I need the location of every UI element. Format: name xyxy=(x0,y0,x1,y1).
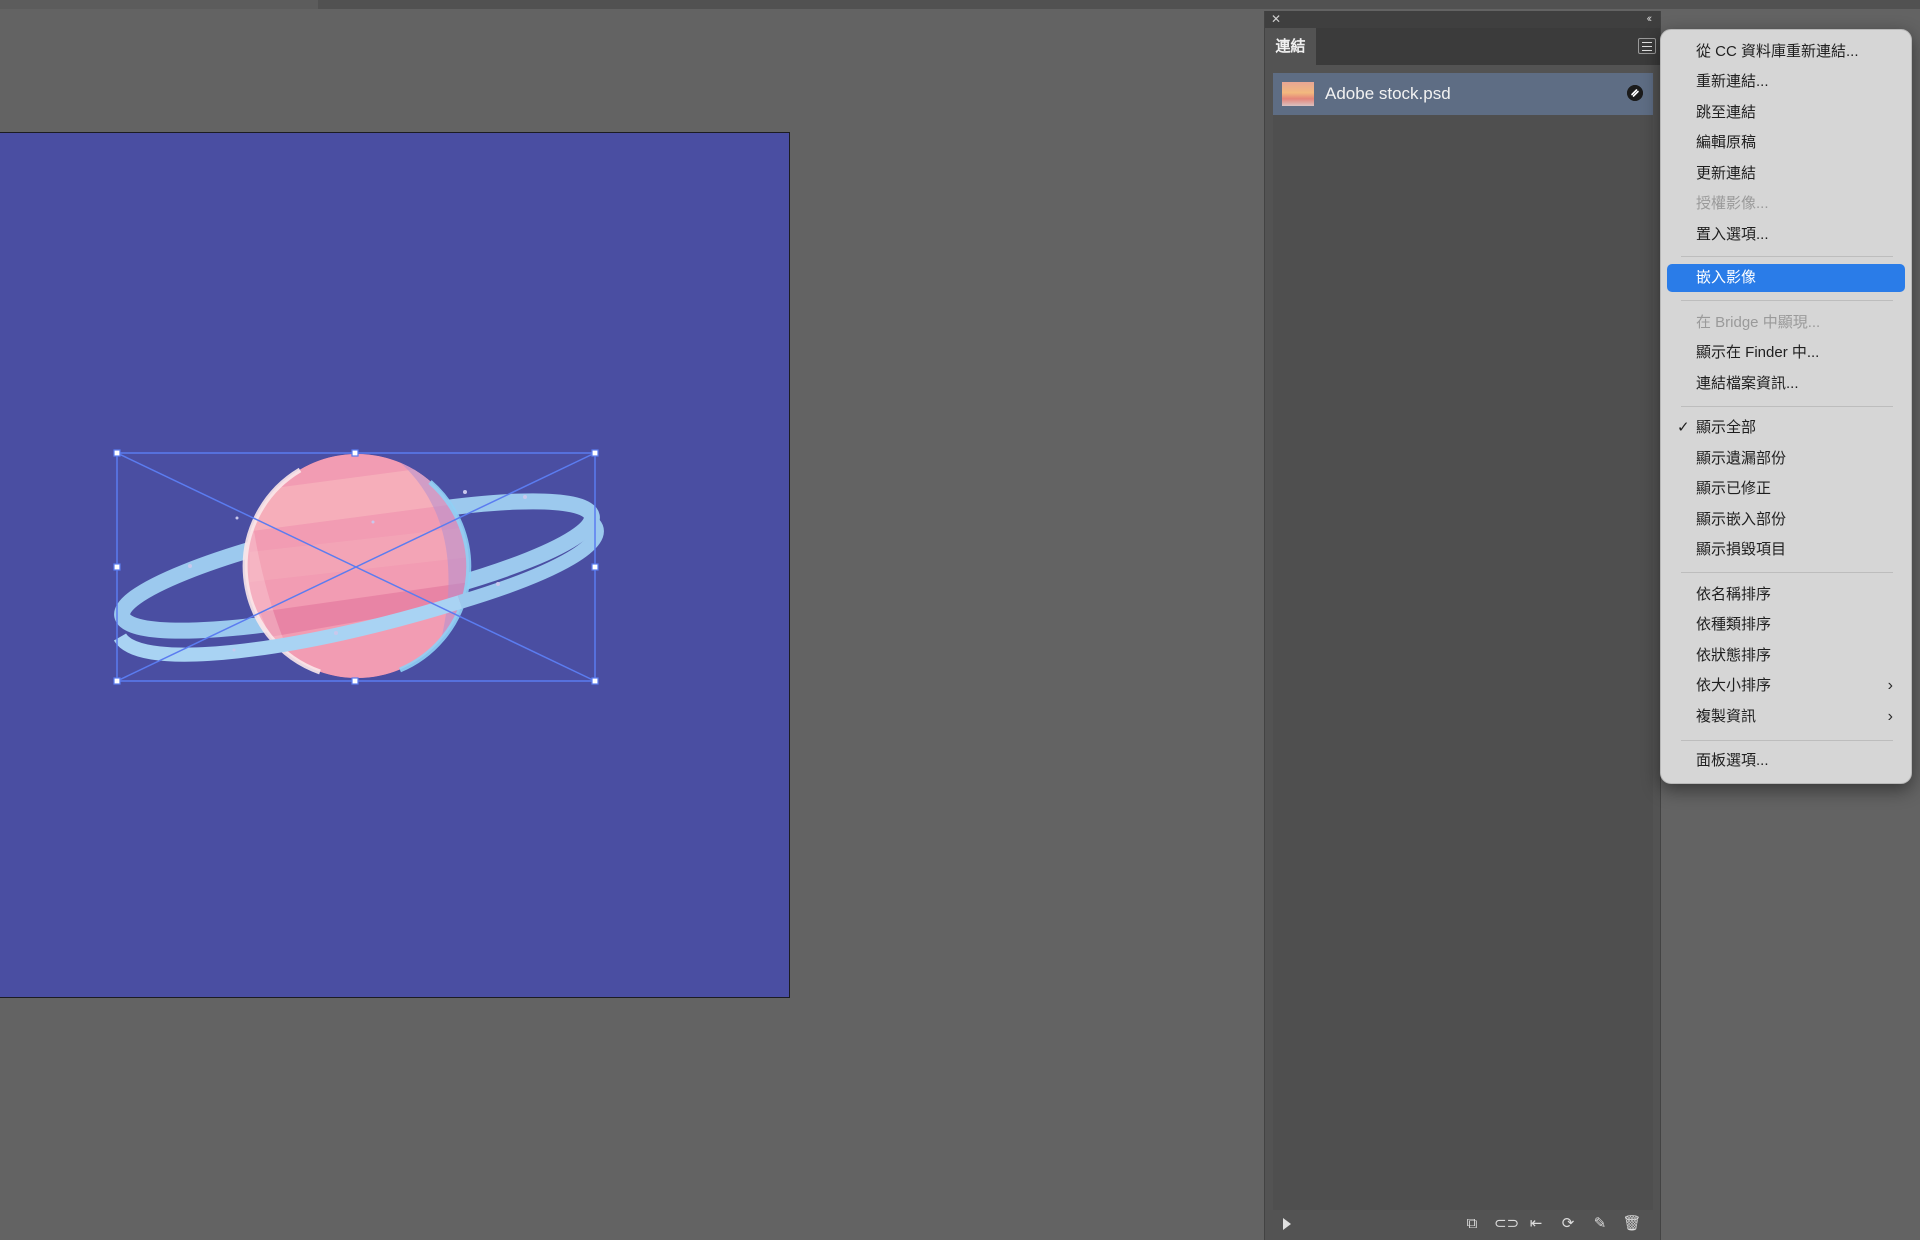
link-filename: Adobe stock.psd xyxy=(1325,84,1451,103)
menu-item-sort-by-size[interactable]: 依大小排序 › xyxy=(1667,672,1905,700)
relink-from-library-icon[interactable]: ⧉ xyxy=(1462,1214,1482,1234)
links-panel-flyout-menu: 從 CC 資料庫重新連結... 重新連結... 跳至連結 編輯原稿 更新連結 授… xyxy=(1660,29,1912,784)
tab-links[interactable]: 連結 xyxy=(1265,28,1316,65)
menu-separator xyxy=(1681,300,1893,301)
panel-menu-icon[interactable] xyxy=(1638,38,1656,54)
menu-item-edit-original[interactable]: 編輯原稿 xyxy=(1667,129,1905,157)
panel-footer: ⧉ ⊂⊃ ⇤ ⟳ ✎ 🗑 xyxy=(1265,1210,1660,1240)
links-panel: ✕ ‹‹ 連結 Adobe stock.psd ⧉ ⊂⊃ ⇤ ⟳ ✎ 🗑 xyxy=(1264,11,1661,1240)
menu-item-sort-by-kind[interactable]: 依種類排序 xyxy=(1667,611,1905,639)
menu-item-update-link[interactable]: 更新連結 xyxy=(1667,160,1905,188)
panel-tab-bar: 連結 xyxy=(1265,28,1660,65)
chevron-right-icon: › xyxy=(1887,708,1893,725)
link-status-icon xyxy=(1627,85,1643,101)
menu-item-show-all[interactable]: ✓ 顯示全部 xyxy=(1667,414,1905,442)
document-tab-bar xyxy=(0,0,1920,9)
menu-separator xyxy=(1681,740,1893,741)
menu-item-copy-info[interactable]: 複製資訊 › xyxy=(1667,703,1905,731)
menu-separator xyxy=(1681,406,1893,407)
menu-item-sort-by-name[interactable]: 依名稱排序 xyxy=(1667,581,1905,609)
link-thumbnail xyxy=(1282,82,1314,106)
menu-item-show-modified[interactable]: 顯示已修正 xyxy=(1667,475,1905,503)
menu-item-license-image: 授權影像... xyxy=(1696,195,1769,212)
trash-icon[interactable]: 🗑 xyxy=(1622,1214,1642,1234)
menu-item-show-invalid[interactable]: 顯示損毀項目 xyxy=(1667,536,1905,564)
menu-item-relink-from-cc-library[interactable]: 從 CC 資料庫重新連結... xyxy=(1667,38,1905,66)
update-link-icon[interactable]: ⟳ xyxy=(1558,1214,1578,1234)
menu-item-show-embedded[interactable]: 顯示嵌入部份 xyxy=(1667,506,1905,534)
menu-item-reveal-in-finder[interactable]: 顯示在 Finder 中... xyxy=(1667,339,1905,367)
menu-separator xyxy=(1681,256,1893,257)
menu-item-relink[interactable]: 重新連結... xyxy=(1667,68,1905,96)
edit-original-icon[interactable]: ✎ xyxy=(1590,1214,1610,1234)
relink-icon[interactable]: ⊂⊃ xyxy=(1494,1214,1519,1234)
chevron-right-icon: › xyxy=(1887,677,1893,694)
close-icon[interactable]: ✕ xyxy=(1271,12,1281,27)
menu-item-sort-by-status[interactable]: 依狀態排序 xyxy=(1667,642,1905,670)
checkmark-icon: ✓ xyxy=(1677,419,1690,436)
show-options-triangle-icon[interactable] xyxy=(1283,1218,1291,1230)
menu-item-reveal-in-bridge: 在 Bridge 中顯現... xyxy=(1696,314,1821,331)
document-tab[interactable] xyxy=(0,0,318,9)
menu-separator xyxy=(1681,572,1893,573)
links-list xyxy=(1273,115,1653,1215)
menu-item-go-to-link[interactable]: 跳至連結 xyxy=(1667,99,1905,127)
menu-item-link-file-info[interactable]: 連結檔案資訊... xyxy=(1667,370,1905,398)
menu-item-show-missing[interactable]: 顯示遺漏部份 xyxy=(1667,445,1905,473)
menu-item-embed-image[interactable]: 嵌入影像 xyxy=(1667,264,1905,292)
menu-item-panel-options[interactable]: 面板選項... xyxy=(1667,747,1905,775)
collapse-icon[interactable]: ‹‹ xyxy=(1647,12,1653,27)
menu-item-placement-options[interactable]: 置入選項... xyxy=(1667,221,1905,249)
link-row[interactable]: Adobe stock.psd xyxy=(1273,73,1653,115)
placed-image-planet[interactable] xyxy=(0,132,790,998)
go-to-link-icon[interactable]: ⇤ xyxy=(1526,1214,1546,1234)
panel-title-strip: ✕ ‹‹ xyxy=(1265,11,1660,28)
